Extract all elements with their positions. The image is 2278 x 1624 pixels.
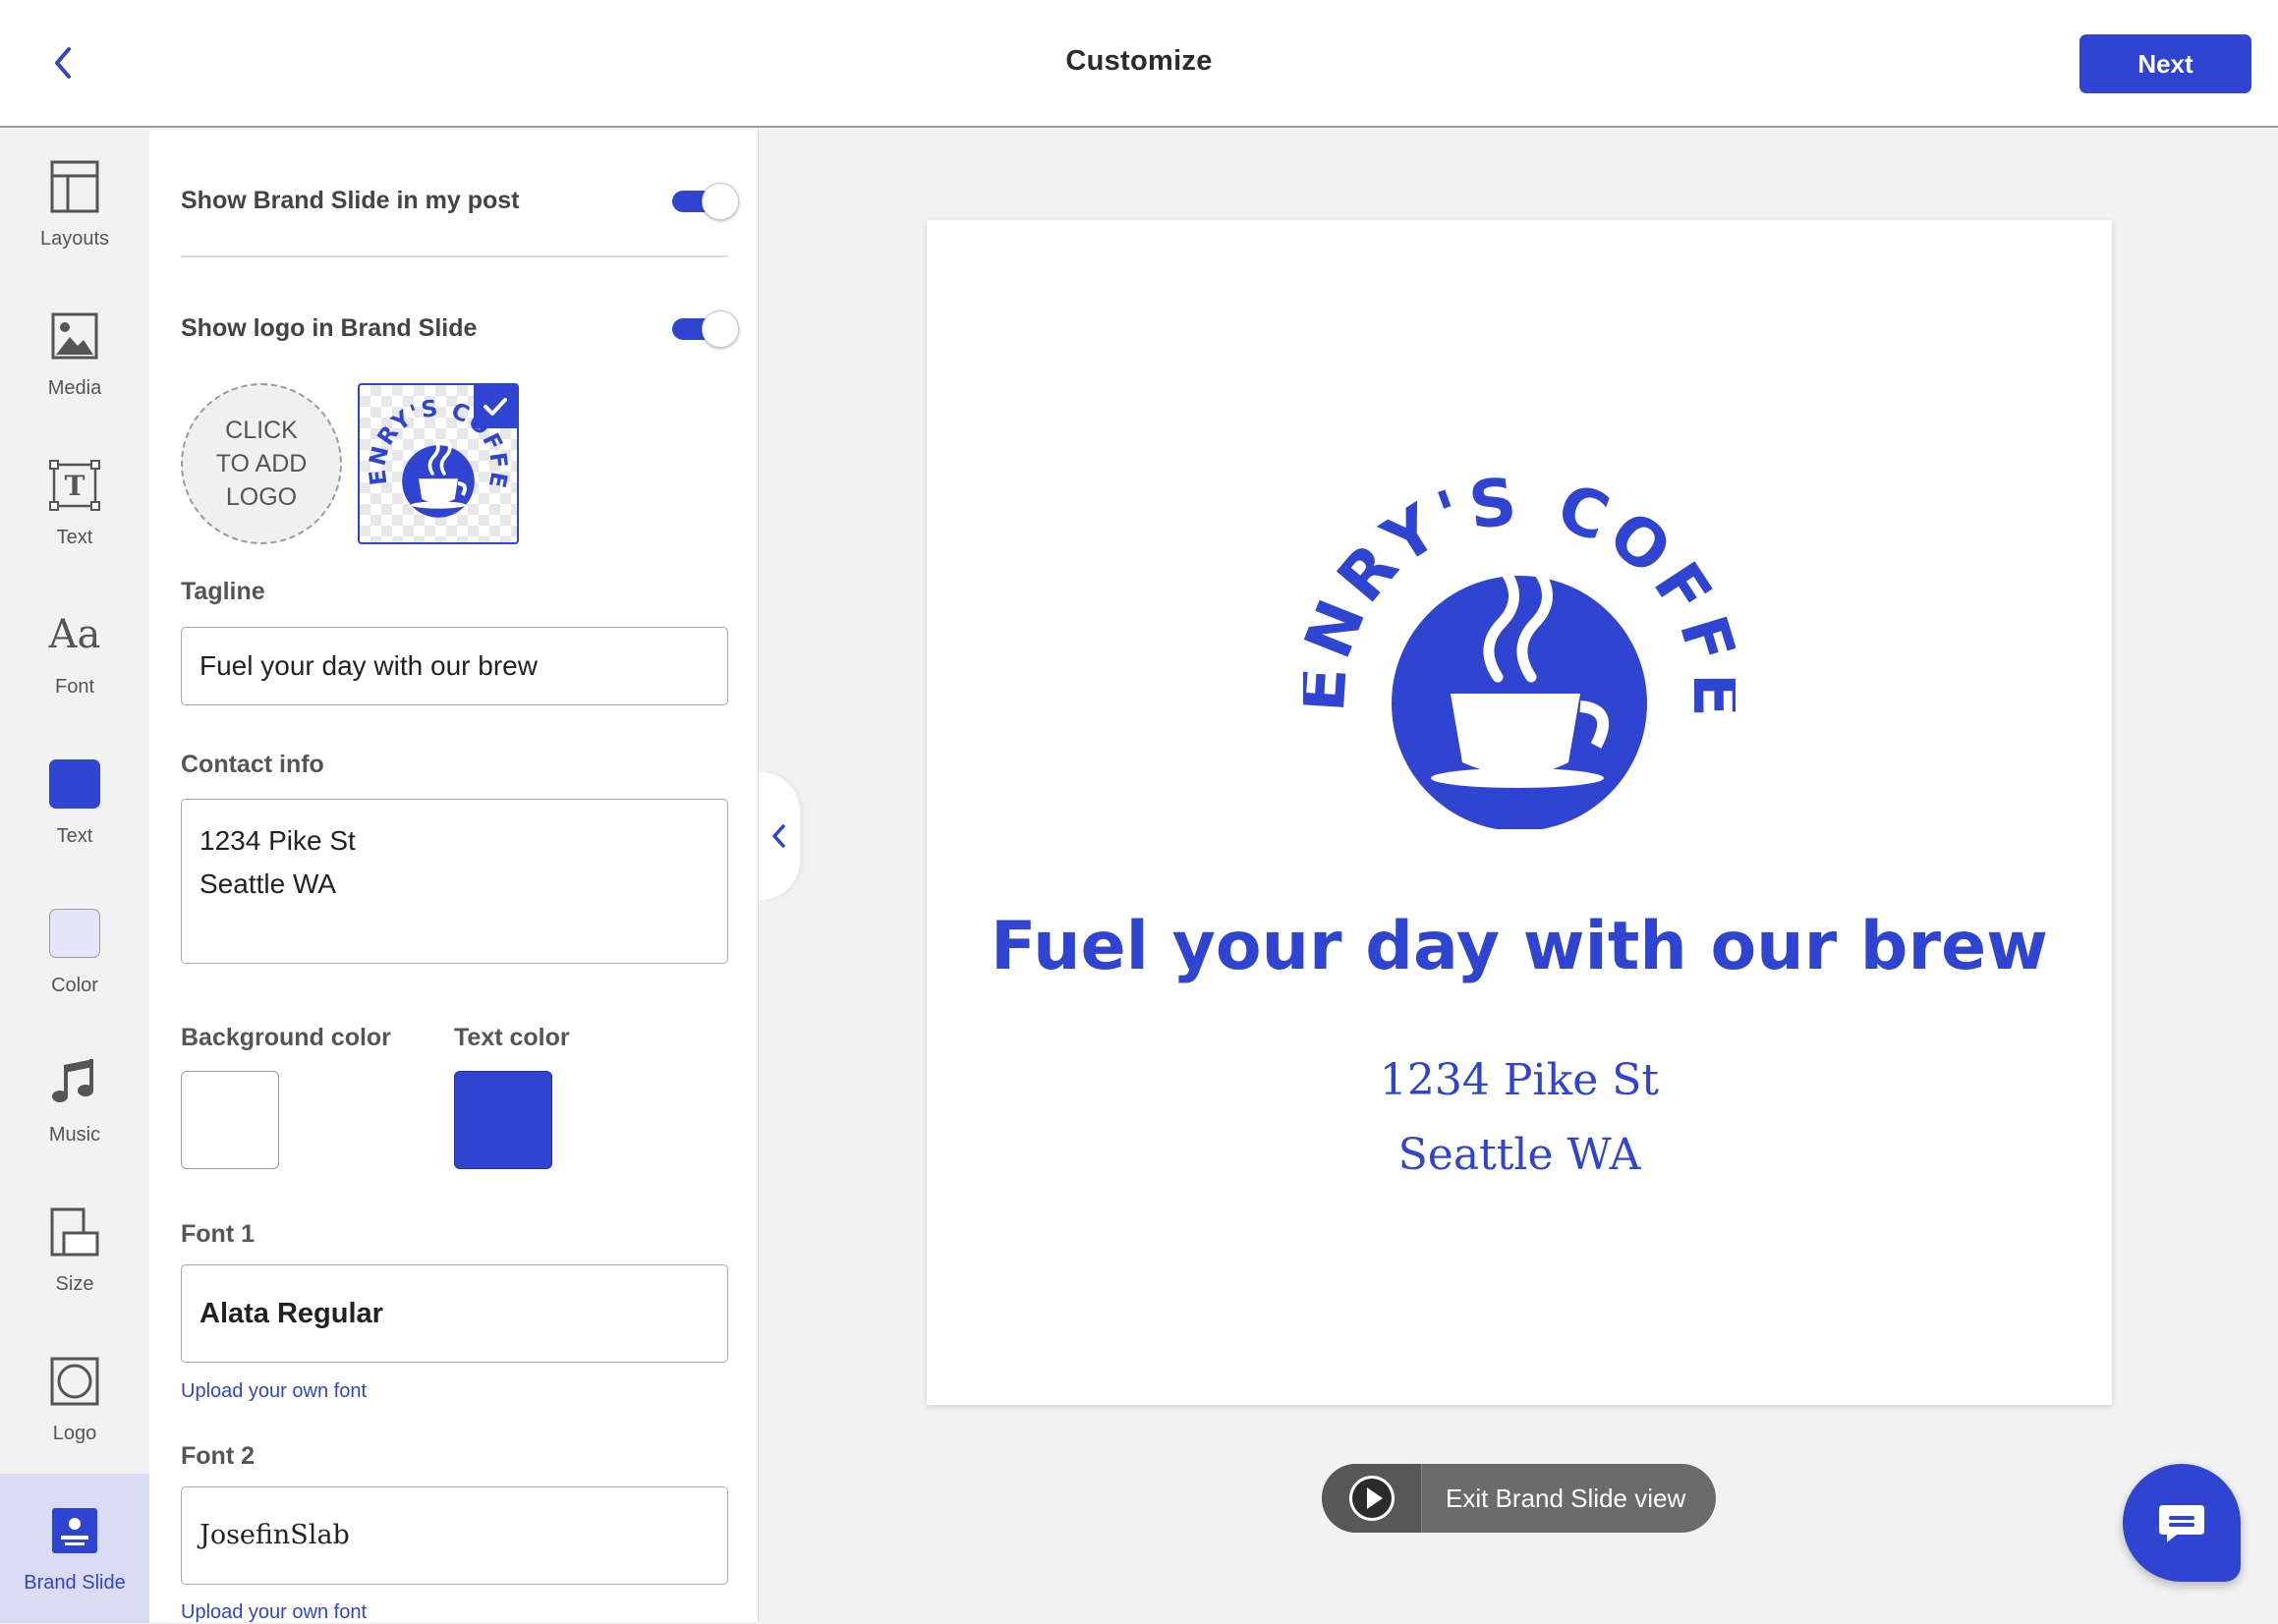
tagline-input[interactable]: Fuel your day with our brew bbox=[181, 627, 728, 705]
chat-button[interactable] bbox=[2123, 1464, 2241, 1582]
collapse-panel-button[interactable] bbox=[759, 772, 800, 900]
rail-item-brand-slide[interactable]: Brand Slide bbox=[0, 1474, 149, 1623]
rail-item-label: Text bbox=[56, 825, 93, 847]
rail-item-label: Brand Slide bbox=[24, 1572, 126, 1594]
upload-font1-link[interactable]: Upload your own font bbox=[181, 1380, 367, 1403]
brand-slide-player: Exit Brand Slide view bbox=[1322, 1464, 1716, 1533]
logo-icon bbox=[45, 1352, 104, 1411]
font1-label: Font 1 bbox=[181, 1220, 255, 1248]
font1-select[interactable]: Alata Regular bbox=[181, 1264, 728, 1363]
rail-item-text[interactable]: T Text bbox=[0, 428, 149, 578]
brand-slide-panel: Show Brand Slide in my post Show logo in… bbox=[149, 130, 759, 1624]
show-logo-label: Show logo in Brand Slide bbox=[181, 314, 478, 342]
slide-tagline: Fuel your day with our brew bbox=[991, 908, 2048, 985]
show-logo-toggle[interactable] bbox=[670, 310, 739, 348]
chevron-left-icon bbox=[772, 824, 785, 848]
rail-item-label: Font bbox=[54, 676, 95, 698]
play-button[interactable] bbox=[1322, 1464, 1422, 1533]
play-icon bbox=[1348, 1476, 1395, 1521]
show-brand-slide-label: Show Brand Slide in my post bbox=[181, 187, 520, 214]
logo-thumbnail[interactable]: HENRY'S COFFEE bbox=[358, 383, 519, 544]
rail-item-text-color[interactable]: Text bbox=[0, 727, 149, 876]
rail-item-music[interactable]: Music bbox=[0, 1026, 149, 1175]
contact-info-label: Contact info bbox=[181, 751, 324, 778]
tool-rail: Layouts Media T Text Aa Font Text Color bbox=[0, 130, 149, 1623]
layouts-icon bbox=[45, 157, 104, 216]
show-brand-slide-toggle[interactable] bbox=[670, 183, 739, 220]
font2-label: Font 2 bbox=[181, 1442, 255, 1470]
chat-icon bbox=[2159, 1505, 2204, 1542]
rail-item-label: Size bbox=[55, 1273, 94, 1295]
image-icon bbox=[45, 307, 104, 365]
exit-brand-slide-view-button[interactable]: Exit Brand Slide view bbox=[1422, 1484, 1685, 1514]
color-swatch bbox=[45, 904, 104, 963]
rail-item-logo[interactable]: Logo bbox=[0, 1324, 149, 1474]
upload-font2-link[interactable]: Upload your own font bbox=[181, 1601, 367, 1624]
music-icon bbox=[45, 1053, 104, 1112]
selected-check-icon bbox=[474, 385, 517, 428]
text-icon: T bbox=[45, 456, 104, 515]
brand-slide-preview: HENRY'S COFFEE Fuel your day with our br… bbox=[927, 220, 2112, 1405]
rail-item-layouts[interactable]: Layouts bbox=[0, 130, 149, 279]
font2-select[interactable]: JosefinSlab bbox=[181, 1486, 728, 1585]
rail-item-label: Music bbox=[48, 1124, 101, 1146]
rail-item-label: Media bbox=[47, 377, 102, 399]
font-icon: Aa bbox=[45, 605, 104, 664]
rail-item-label: Text bbox=[56, 527, 93, 548]
next-button[interactable]: Next bbox=[2079, 34, 2251, 93]
text-color-label: Text color bbox=[454, 1024, 570, 1051]
contact-info-textarea[interactable]: 1234 Pike St Seattle WA bbox=[181, 799, 728, 964]
rail-item-font[interactable]: Aa Font bbox=[0, 578, 149, 727]
text-color-swatch[interactable] bbox=[454, 1071, 552, 1169]
background-color-swatch[interactable] bbox=[181, 1071, 279, 1169]
rail-item-color[interactable]: Color bbox=[0, 876, 149, 1026]
top-bar: Customize Next bbox=[0, 0, 2278, 128]
page-title: Customize bbox=[1065, 45, 1213, 77]
brand-slide-icon bbox=[45, 1501, 104, 1560]
add-logo-label: CLICK TO ADD LOGO bbox=[215, 417, 308, 511]
tagline-label: Tagline bbox=[181, 578, 265, 605]
svg-text:T: T bbox=[65, 470, 85, 502]
text-color-swatch bbox=[45, 755, 104, 813]
rail-item-label: Layouts bbox=[39, 228, 110, 250]
svg-text:Aa: Aa bbox=[48, 612, 101, 657]
divider bbox=[181, 255, 728, 257]
rail-item-label: Logo bbox=[52, 1423, 97, 1444]
rail-item-label: Color bbox=[51, 975, 98, 996]
add-logo-button[interactable]: CLICK TO ADD LOGO bbox=[181, 383, 342, 544]
slide-contact-info: 1234 Pike St Seattle WA bbox=[1379, 1055, 1660, 1180]
henrys-coffee-logo: HENRY'S COFFEE bbox=[1303, 476, 1736, 829]
rail-item-media[interactable]: Media bbox=[0, 279, 149, 428]
size-icon bbox=[45, 1203, 104, 1261]
background-color-label: Background color bbox=[181, 1024, 391, 1051]
rail-item-size[interactable]: Size bbox=[0, 1175, 149, 1324]
